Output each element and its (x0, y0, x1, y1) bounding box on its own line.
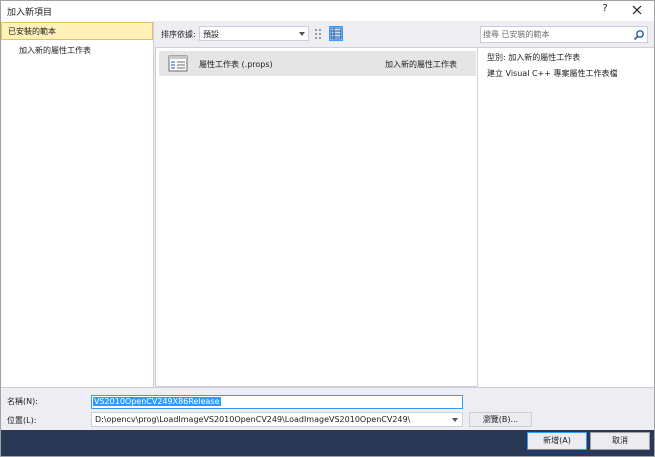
cancel-button[interactable]: 取消 (590, 432, 650, 450)
sort-toolbar: 排序依據: 預設 (155, 21, 475, 47)
details-view-icon (330, 27, 342, 40)
help-button[interactable]: ? (598, 3, 612, 18)
property-sheet-icon (168, 55, 188, 72)
close-icon[interactable] (629, 2, 645, 18)
title-bar: 加入新項目 ? (1, 1, 654, 21)
browse-button[interactable]: 瀏覽(B)... (469, 412, 532, 427)
location-combobox[interactable]: D:\opencv\prog\LoadImageVS2010OpenCV249\… (91, 412, 463, 427)
sort-value: 預設 (203, 30, 219, 39)
search-icon[interactable] (633, 29, 645, 41)
installed-templates-label: 已安裝的範本 (8, 27, 56, 36)
add-button[interactable]: 新增(A) (527, 432, 587, 450)
sort-label: 排序依據: (161, 30, 196, 39)
template-details-pane: 型別: 加入新的屬性工作表 建立 Visual C++ 專案屬性工作表檔 (478, 47, 654, 387)
chevron-down-icon[interactable] (452, 418, 458, 422)
template-row-property-sheet[interactable]: 屬性工作表 (.props) 加入新的屬性工作表 (159, 51, 476, 76)
name-field-value: VS2010OpenCV249X86Release (93, 397, 221, 406)
dialog-footer: 新增(A) 取消 (1, 430, 654, 456)
name-label: 名稱(N): (7, 397, 38, 406)
installed-templates-node[interactable]: 已安裝的範本 (1, 22, 153, 40)
dialog-title: 加入新項目 (7, 8, 53, 18)
template-description: 建立 Visual C++ 專案屬性工作表檔 (487, 69, 618, 78)
chevron-down-icon (299, 32, 305, 36)
list-view-icon (315, 29, 321, 39)
template-list: 屬性工作表 (.props) 加入新的屬性工作表 (155, 47, 478, 387)
tree-item-add-property-sheet[interactable]: 加入新的屬性工作表 (19, 45, 91, 56)
add-new-item-dialog: 加入新項目 ? 已安裝的範本 加入新的屬性工作表 排序依據: 預設 搜尋 已安裝… (0, 0, 655, 457)
list-view-button[interactable] (313, 26, 327, 41)
item-form: 名稱(N): VS2010OpenCV249X86Release 位置(L): … (1, 387, 654, 429)
search-input[interactable] (483, 28, 628, 41)
template-name: 屬性工作表 (.props) (199, 60, 273, 69)
template-category: 加入新的屬性工作表 (385, 60, 457, 69)
template-category-tree: 已安裝的範本 加入新的屬性工作表 (1, 21, 154, 387)
location-label: 位置(L): (7, 416, 37, 425)
template-type-info: 型別: 加入新的屬性工作表 (487, 53, 581, 62)
search-templates-box[interactable] (480, 26, 648, 43)
name-field[interactable]: VS2010OpenCV249X86Release (91, 395, 463, 409)
location-value: D:\opencv\prog\LoadImageVS2010OpenCV249\… (95, 415, 411, 424)
details-view-button[interactable] (329, 26, 343, 41)
sort-dropdown[interactable]: 預設 (199, 26, 309, 41)
